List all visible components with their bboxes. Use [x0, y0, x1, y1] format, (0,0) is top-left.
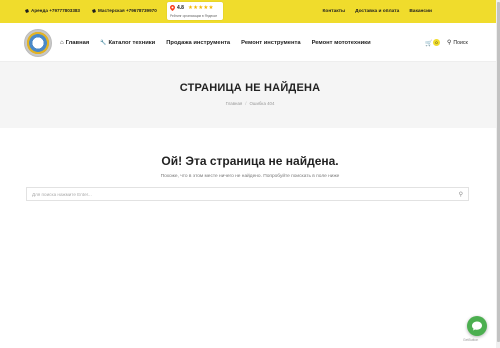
nav-item-tool-repair[interactable]: Ремонт инструмента: [241, 40, 300, 46]
nav-item-home[interactable]: ⌂ Главная: [60, 40, 89, 46]
phone-icon: [25, 9, 29, 13]
vacancies-link[interactable]: Вакансии: [409, 9, 432, 14]
nav-item-label: Каталог техники: [108, 40, 156, 46]
wrench-icon: 🔧: [100, 40, 107, 46]
chat-bubble-icon: [472, 321, 482, 331]
breadcrumb-current: Ошибка 404: [249, 101, 275, 106]
breadcrumb: Главная / Ошибка 404: [0, 101, 500, 106]
rental-phone-link[interactable]: Аренда +79777803383: [25, 8, 80, 13]
workshop-phone-link[interactable]: Мастерская +79678739970: [92, 8, 157, 13]
not-found-description: Похоже, что в этом месте ничего не найде…: [160, 174, 340, 179]
home-icon: ⌂: [60, 40, 64, 46]
page-scrollbar[interactable]: [496, 0, 500, 348]
page-title: СТРАНИЦА НЕ НАЙДЕНА: [179, 82, 321, 94]
contacts-link[interactable]: Контакты: [322, 9, 345, 14]
yandex-rating-badge[interactable]: 4.8 ★★★★★ Рейтинг организации в Яндексе: [167, 2, 223, 20]
search-button[interactable]: ⚲ Поиск: [447, 39, 468, 47]
search-icon[interactable]: ⚲: [459, 191, 463, 198]
search-icon: ⚲: [447, 40, 452, 46]
search-form: ⚲: [26, 187, 469, 201]
workshop-phone-label: Мастерская +79678739970: [98, 8, 157, 13]
nav-item-moto-repair[interactable]: Ремонт мототехники: [312, 40, 371, 46]
main-header: ⌂ Главная 🔧 Каталог техники Продажа инст…: [0, 23, 500, 62]
nav-item-catalog[interactable]: 🔧 Каталог техники: [100, 40, 155, 46]
breadcrumb-separator: /: [245, 101, 247, 106]
nav-item-label: Главная: [65, 40, 90, 46]
cart-button[interactable]: 🛒 0: [425, 39, 441, 47]
rating-caption: Рейтинг организации в Яндексе: [170, 14, 218, 18]
chat-widget-label: GetButton: [463, 338, 479, 342]
page-title-banner: СТРАНИЦА НЕ НАЙДЕНА Главная / Ошибка 404: [0, 62, 500, 128]
nav-item-label: Ремонт инструмента: [241, 40, 301, 46]
main-nav: ⌂ Главная 🔧 Каталог техники Продажа инст…: [60, 40, 382, 46]
phone-icon: [92, 9, 96, 13]
scrollbar-thumb[interactable]: [496, 2, 500, 342]
delivery-link[interactable]: Доставка и оплата: [355, 9, 399, 14]
breadcrumb-home[interactable]: Главная: [226, 101, 243, 106]
rating-score: 4.8: [177, 5, 184, 11]
not-found-heading: Ой! Эта страница не найдена.: [161, 154, 339, 168]
rental-phone-label: Аренда +79777803383: [31, 8, 80, 13]
nav-item-label: Ремонт мототехники: [311, 40, 371, 46]
search-input[interactable]: [27, 188, 447, 200]
chat-widget-button[interactable]: [467, 316, 487, 336]
cart-count-badge: 0: [433, 39, 440, 46]
nav-item-tool-sales[interactable]: Продажа инструмента: [166, 40, 230, 46]
search-button-label: Поиск: [453, 39, 468, 46]
nav-item-label: Продажа инструмента: [166, 40, 231, 46]
map-pin-icon: [170, 5, 175, 11]
cart-icon: 🛒: [425, 41, 433, 47]
rating-stars: ★★★★★: [188, 4, 214, 11]
top-bar: Аренда +79777803383 Мастерская +79678739…: [0, 0, 500, 23]
site-logo[interactable]: [24, 29, 52, 57]
top-links: Контакты Доставка и оплата Вакансии: [322, 9, 432, 14]
